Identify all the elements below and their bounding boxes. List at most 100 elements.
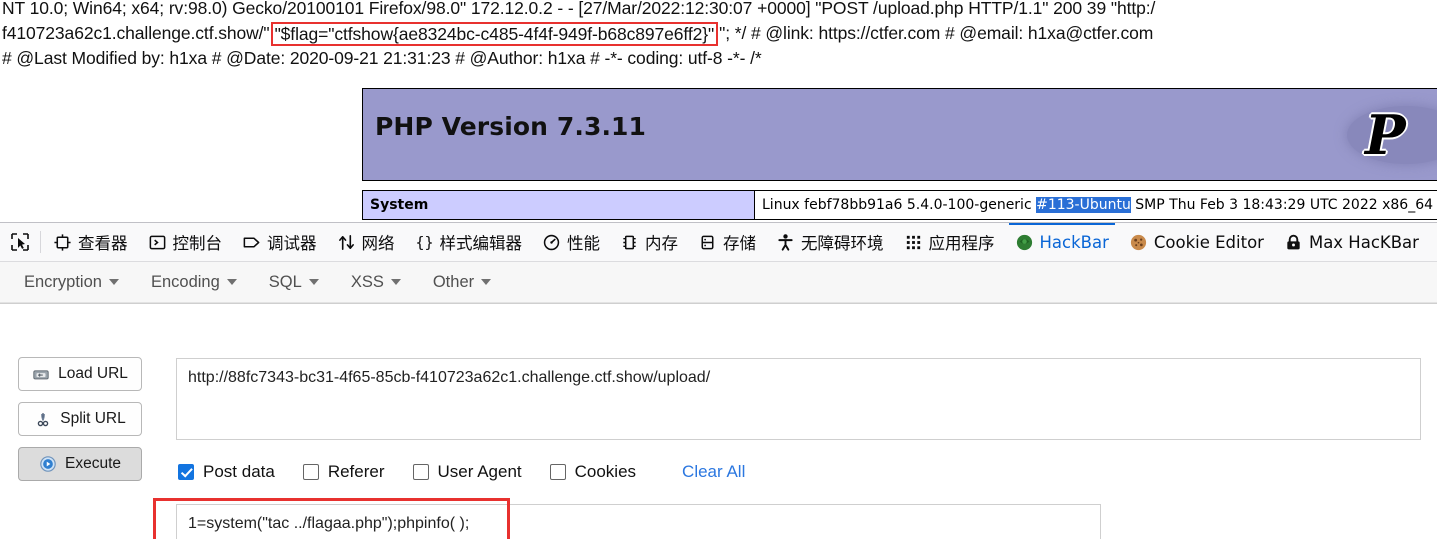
checkbox-label: Referer	[327, 462, 385, 481]
checkbox-unchecked-icon[interactable]	[549, 464, 566, 480]
devtools-tab-label: 网络	[361, 234, 395, 253]
devtools-tab-max-hackbar-icon[interactable]: Max HacKBar	[1274, 223, 1429, 261]
svg-text:{}: {}	[415, 233, 433, 251]
devtools-tab-label: 控制台	[172, 234, 223, 253]
load-url-button[interactable]: Load URL	[18, 357, 142, 391]
devtools-tab-label: Cookie Editor	[1153, 232, 1264, 252]
clear-all-link[interactable]: Clear All	[682, 462, 745, 482]
text-selection-highlight: #113-Ubuntu	[1036, 197, 1131, 213]
devtools-tab-label: 存储	[723, 234, 756, 253]
hackbar-menu-label: SQL	[268, 272, 302, 291]
debugger-icon	[242, 233, 261, 252]
phpinfo-header: PHP Version 7.3.11 P	[362, 88, 1437, 181]
devtools-tab-hackbar-icon[interactable]: HackBar	[1005, 223, 1119, 261]
hackbar-menubar: Encryption Encoding SQL XSS Other	[0, 262, 1437, 303]
log-line-2-prefix: f410723a62c1.challenge.ctf.show/"	[2, 23, 270, 43]
application-icon	[904, 233, 923, 252]
checkbox-user-agent[interactable]: User Agent	[412, 462, 522, 482]
devtools-toolbar: 查看器 控制台 调试器 网络 {} 样式编辑器 性能 内存 存储 无障碍环境 应用程序 HackBar…	[0, 222, 1437, 262]
devtools-tab-network-icon[interactable]: 网络	[327, 223, 405, 261]
devtools-tab-label: 无障碍环境	[801, 234, 884, 253]
log-line-2-suffix: "; */ # @link: https://ctfer.com # @emai…	[719, 23, 1154, 43]
hackbar-panel: Encryption Encoding SQL XSS Other Load URL Sp…	[0, 262, 1437, 539]
table-row: System Linux febf78bb91a6 5.4.0-100-gene…	[362, 190, 1437, 220]
load-url-icon	[32, 365, 50, 383]
devtools-tab-inspector-icon[interactable]: 查看器	[43, 223, 138, 261]
hackbar-menu-label: XSS	[350, 272, 384, 291]
checkbox-post-data[interactable]: Post data	[178, 462, 275, 482]
hackbar-menu-encoding[interactable]: Encoding	[151, 273, 237, 292]
log-line-2: f410723a62c1.challenge.ctf.show/" "$flag=…	[2, 21, 1437, 46]
devtools-tab-label: 调试器	[267, 234, 317, 253]
hackbar-menu-xss[interactable]: XSS	[351, 273, 401, 292]
checkbox-unchecked-icon[interactable]	[412, 464, 429, 480]
log-line-3: # @Last Modified by: h1xa # @Date: 2020-…	[2, 48, 762, 68]
php-logo-letter: P	[1365, 103, 1406, 167]
post-data-input[interactable]	[176, 504, 1101, 539]
url-input[interactable]	[176, 358, 1421, 440]
devtools-tab-accessibility-icon[interactable]: 无障碍环境	[766, 223, 894, 261]
performance-icon	[542, 233, 561, 252]
devtools-tab-adblock-plus-icon[interactable]: ABPAdb	[1429, 223, 1437, 261]
style-editor-icon: {}	[415, 233, 434, 252]
checkbox-cookies[interactable]: Cookies	[549, 462, 637, 482]
post-data-wrapper	[153, 498, 1101, 539]
checkbox-referer[interactable]: Referer	[302, 462, 385, 482]
devtools-tab-style-editor-icon[interactable]: {} 样式编辑器	[405, 223, 533, 261]
hackbar-menu-label: Encoding	[150, 272, 220, 291]
memory-icon	[620, 233, 639, 252]
split-url-button[interactable]: Split URL	[18, 402, 142, 436]
devtools-tab-storage-icon[interactable]: 存储	[688, 223, 766, 261]
screenshot-root: NT 10.0; Win64; x64; rv:98.0) Gecko/2010…	[0, 0, 1437, 539]
hackbar-options-row: Post data Referer User Agent Cookies Clear A…	[178, 462, 745, 482]
hackbar-button-label: Split URL	[60, 410, 126, 427]
chevron-down-icon	[308, 279, 319, 285]
server-log-text: NT 10.0; Win64; x64; rv:98.0) Gecko/2010…	[2, 0, 1437, 71]
devtools-tab-cookie-icon[interactable]: Cookie Editor	[1119, 223, 1274, 261]
hackbar-menu-label: Other	[432, 272, 475, 291]
devtools-tab-application-icon[interactable]: 应用程序	[894, 223, 1005, 261]
hackbar-icon	[1015, 233, 1034, 252]
checkbox-label: User Agent	[437, 462, 522, 481]
chevron-down-icon	[481, 279, 492, 285]
devtools-tab-memory-icon[interactable]: 内存	[610, 223, 688, 261]
accessibility-icon	[776, 233, 795, 252]
chevron-down-icon	[390, 279, 401, 285]
execute-button[interactable]: Execute	[18, 447, 142, 481]
devtools-tab-list: 查看器 控制台 调试器 网络 {} 样式编辑器 性能 内存 存储 无障碍环境 应用程序 HackBar…	[43, 223, 1437, 261]
hackbar-button-label: Load URL	[58, 365, 128, 382]
storage-icon	[698, 233, 717, 252]
hackbar-button-label: Execute	[64, 455, 121, 472]
hackbar-menu-sql[interactable]: SQL	[269, 273, 319, 292]
phpinfo-row-key: System	[362, 190, 755, 220]
log-line-1: NT 10.0; Win64; x64; rv:98.0) Gecko/2010…	[2, 0, 1156, 18]
checkbox-label: Post data	[203, 462, 275, 481]
devtools-tab-label: 样式编辑器	[439, 234, 523, 253]
element-picker-icon[interactable]	[0, 223, 40, 261]
chevron-down-icon	[226, 279, 237, 285]
toolbar-divider	[40, 231, 41, 253]
hackbar-menu-encryption[interactable]: Encryption	[24, 273, 119, 292]
devtools-tab-debugger-icon[interactable]: 调试器	[232, 223, 327, 261]
cookie-icon	[1129, 233, 1148, 252]
split-url-icon	[34, 410, 52, 428]
phpinfo-row-value: Linux febf78bb91a6 5.4.0-100-generic #11…	[754, 190, 1437, 220]
checkbox-unchecked-icon[interactable]	[302, 464, 319, 480]
phpinfo-table: System Linux febf78bb91a6 5.4.0-100-gene…	[362, 190, 1437, 220]
devtools-tab-console-icon[interactable]: 控制台	[138, 223, 233, 261]
devtools-tab-label: 应用程序	[928, 234, 995, 253]
devtools-tab-label: 性能	[567, 234, 600, 253]
hackbar-menu-other[interactable]: Other	[432, 272, 492, 292]
devtools-tab-performance-icon[interactable]: 性能	[532, 223, 610, 261]
devtools-tab-label: HackBar	[1039, 232, 1109, 252]
phpinfo-block: PHP Version 7.3.11 P System Linux febf78…	[362, 88, 1437, 220]
network-icon	[337, 233, 356, 252]
checkbox-label: Cookies	[574, 462, 637, 481]
console-icon	[148, 233, 167, 252]
php-version-title: PHP Version 7.3.11	[375, 112, 647, 141]
checkbox-checked-icon[interactable]	[178, 464, 194, 480]
flag-highlight: "$flag="ctfshow{ae8324bc-c485-4f4f-949f-…	[270, 22, 719, 46]
browser-page-content: NT 10.0; Win64; x64; rv:98.0) Gecko/2010…	[0, 0, 1437, 222]
inspector-icon	[53, 233, 72, 252]
chevron-down-icon	[108, 279, 119, 285]
